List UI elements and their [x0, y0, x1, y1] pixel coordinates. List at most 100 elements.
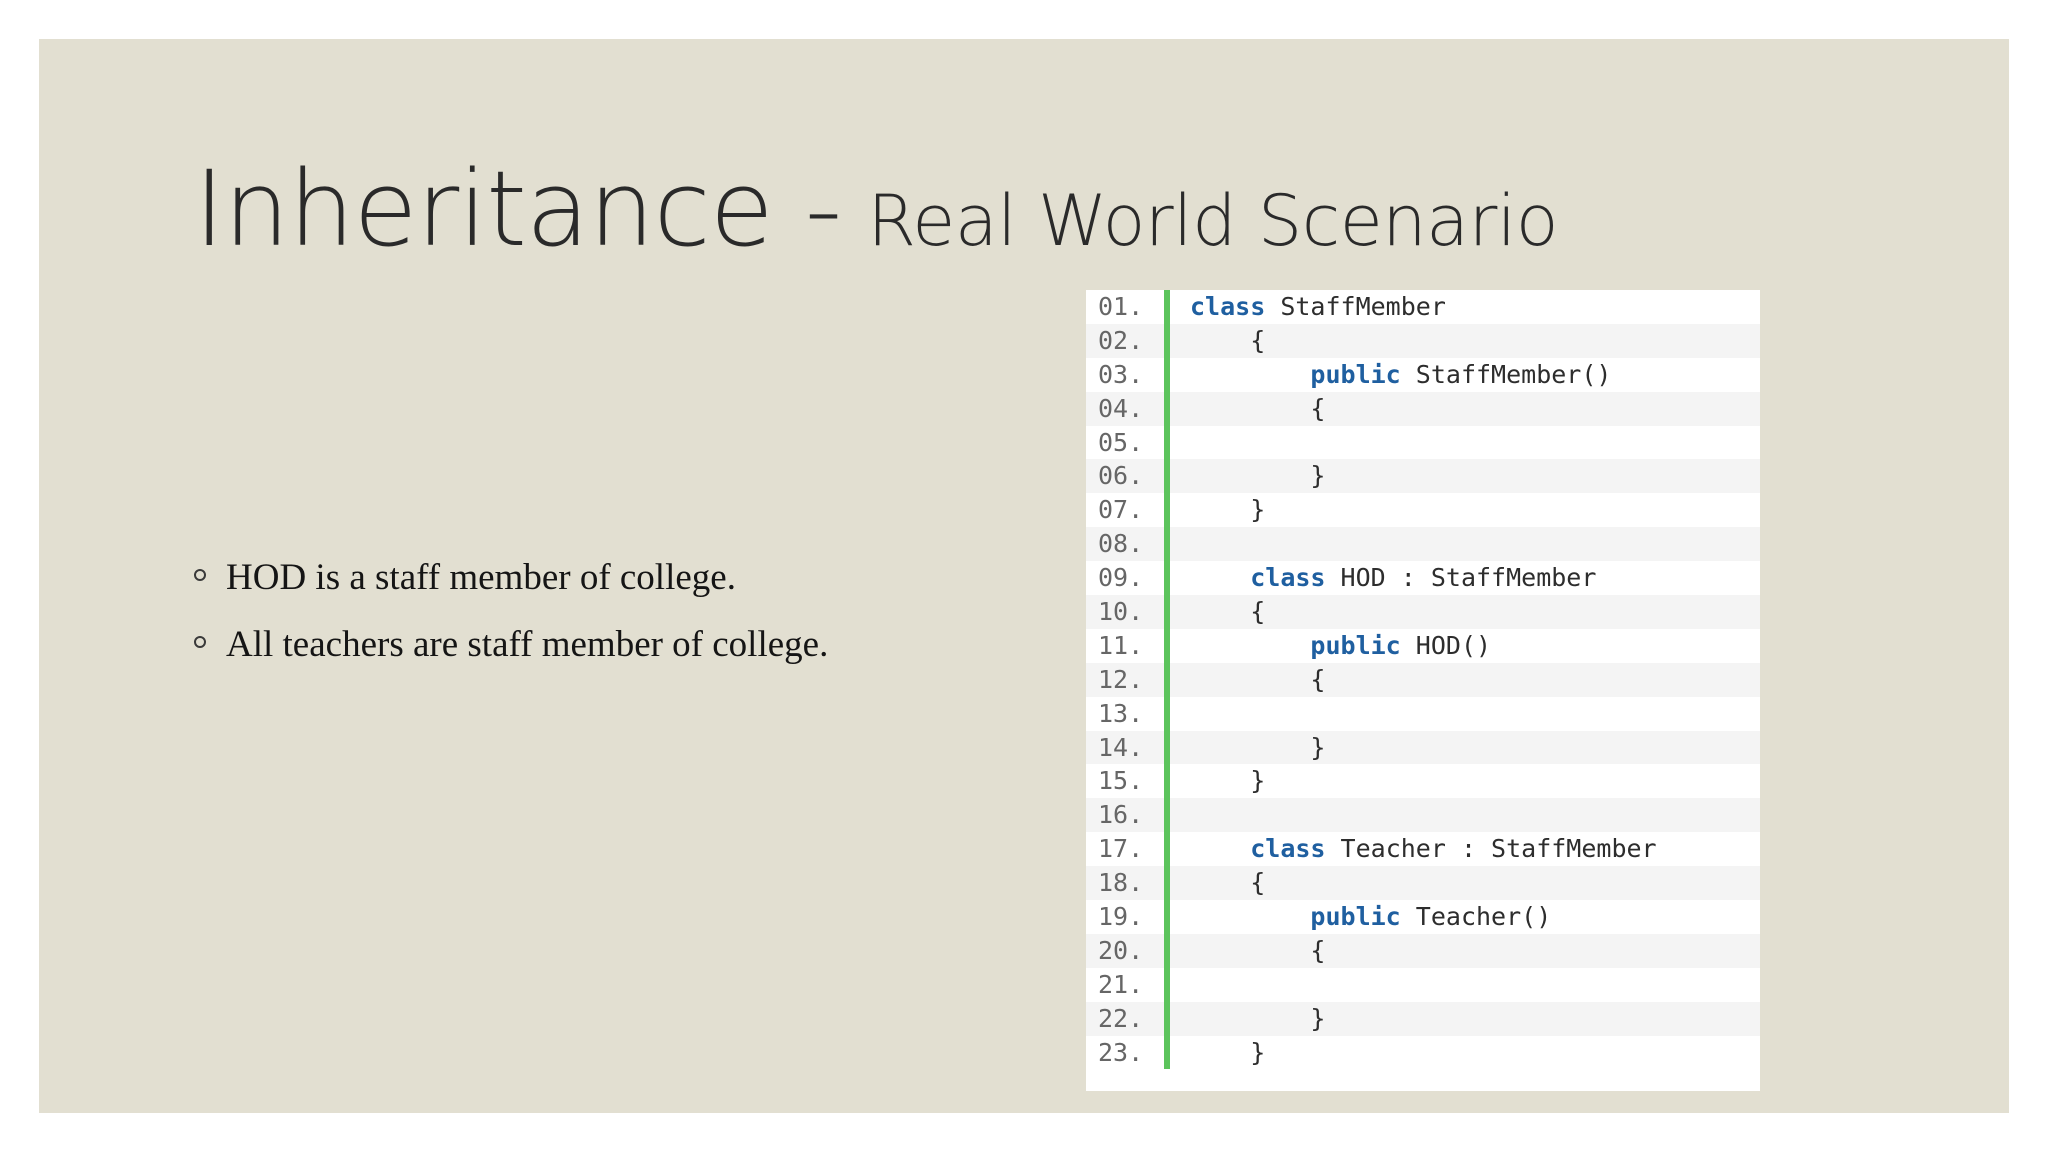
code-text: { [1250, 325, 1266, 355]
line-number: 11. [1098, 630, 1144, 660]
code-line: 23. } [1086, 1035, 1760, 1070]
line-number: 19. [1098, 902, 1144, 932]
code-keyword: class [1190, 292, 1266, 321]
line-number: 21. [1098, 969, 1144, 999]
code-line: 04. { [1086, 391, 1760, 426]
code-text: { [1310, 393, 1326, 423]
code-line: 11. public HOD() [1086, 628, 1760, 663]
line-number: 13. [1098, 698, 1144, 728]
code-line: 05. [1086, 425, 1760, 460]
code-text: class StaffMember [1190, 292, 1446, 321]
code-line: 12. { [1086, 662, 1760, 697]
code-line: 16. [1086, 798, 1760, 833]
code-line: 07. } [1086, 493, 1760, 528]
code-keyword: class [1250, 563, 1326, 593]
title-subtitle: Real World Scenario [867, 180, 1559, 262]
code-line: 02. { [1086, 323, 1760, 358]
code-text: { [1250, 597, 1266, 627]
code-gutter-bar [1164, 628, 1170, 663]
code-text: class Teacher : StaffMember [1250, 834, 1657, 864]
code-gutter-bar [1164, 798, 1170, 833]
code-text: class HOD : StaffMember [1250, 563, 1597, 593]
title-main: Inheritance - [194, 148, 842, 270]
code-line: 17. class Teacher : StaffMember [1086, 832, 1760, 867]
code-gutter-bar [1164, 764, 1170, 799]
code-gutter-bar [1164, 933, 1170, 968]
code-gutter-bar [1164, 527, 1170, 562]
code-text: } [1250, 766, 1266, 796]
code-line: 09. class HOD : StaffMember [1086, 561, 1760, 596]
bullet-circle-icon [194, 636, 206, 648]
code-gutter-bar [1164, 967, 1170, 1002]
code-keyword: class [1250, 834, 1326, 864]
code-gutter-bar [1164, 561, 1170, 596]
line-number: 16. [1098, 800, 1144, 830]
code-text: public Teacher() [1310, 902, 1552, 932]
line-number: 18. [1098, 868, 1144, 898]
code-gutter-bar [1164, 290, 1170, 324]
code-gutter-bar [1164, 391, 1170, 426]
line-number: 12. [1098, 664, 1144, 694]
line-number: 04. [1098, 393, 1144, 423]
code-gutter-bar [1164, 425, 1170, 460]
code-gutter-bar [1164, 1035, 1170, 1070]
code-line: 10. { [1086, 595, 1760, 629]
code-gutter-bar [1164, 696, 1170, 731]
line-number: 02. [1098, 325, 1144, 355]
line-number: 20. [1098, 935, 1144, 965]
code-listing: 01. class StaffMember 02. {03. public Staf… [1086, 290, 1760, 1091]
code-keyword: public [1310, 359, 1401, 389]
code-line: 20. { [1086, 933, 1760, 968]
code-keyword: public [1310, 902, 1401, 932]
code-text: } [1310, 732, 1326, 762]
code-gutter-bar [1164, 662, 1170, 697]
code-line: 08. [1086, 527, 1760, 562]
code-gutter-bar [1164, 866, 1170, 901]
bullet-item: All teachers are staff member of college… [194, 623, 828, 690]
code-line: 19. public Teacher() [1086, 900, 1760, 934]
bullet-circle-icon [194, 569, 206, 581]
slide: Inheritance - Real World Scenario HOD is … [39, 39, 2009, 1113]
code-line: 18. { [1086, 866, 1760, 901]
code-gutter-bar [1164, 1001, 1170, 1036]
line-number: 14. [1098, 732, 1144, 762]
code-gutter-bar [1164, 493, 1170, 528]
line-number: 15. [1098, 766, 1144, 796]
code-text: } [1310, 461, 1326, 491]
line-number: 01. [1098, 292, 1144, 321]
code-line: 06. } [1086, 459, 1760, 494]
code-gutter-bar [1164, 900, 1170, 934]
code-line: 21. [1086, 967, 1760, 1002]
code-text: } [1310, 1003, 1326, 1033]
code-gutter-bar [1164, 323, 1170, 358]
code-line: 13. [1086, 696, 1760, 731]
code-text: { [1250, 868, 1266, 898]
code-line: 03. public StaffMember() [1086, 357, 1760, 392]
code-gutter-bar [1164, 357, 1170, 392]
code-gutter-bar [1164, 595, 1170, 629]
code-line: 14. } [1086, 730, 1760, 765]
code-text: public HOD() [1310, 630, 1492, 660]
bullet-item: HOD is a staff member of college. [194, 556, 828, 623]
line-number: 22. [1098, 1003, 1144, 1033]
line-number: 06. [1098, 461, 1144, 491]
code-text: { [1310, 935, 1326, 965]
line-number: 10. [1098, 597, 1144, 627]
line-number: 17. [1098, 834, 1144, 864]
code-text: } [1250, 1037, 1266, 1067]
code-line: 01. class StaffMember [1086, 290, 1760, 324]
bullet-text: HOD is a staff member of college. [226, 557, 736, 598]
slide-title: Inheritance - Real World Scenario [194, 157, 1559, 262]
code-line: 22. } [1086, 1001, 1760, 1036]
line-number: 09. [1098, 563, 1144, 593]
line-number: 05. [1098, 427, 1144, 457]
code-keyword: public [1310, 630, 1401, 660]
line-number: 08. [1098, 529, 1144, 559]
bullet-list: HOD is a staff member of college. All te… [194, 556, 828, 690]
code-text: public StaffMember() [1310, 359, 1612, 389]
code-gutter-bar [1164, 730, 1170, 765]
code-text: } [1250, 495, 1266, 525]
line-number: 07. [1098, 495, 1144, 525]
line-number: 23. [1098, 1037, 1144, 1067]
line-number: 03. [1098, 359, 1144, 389]
